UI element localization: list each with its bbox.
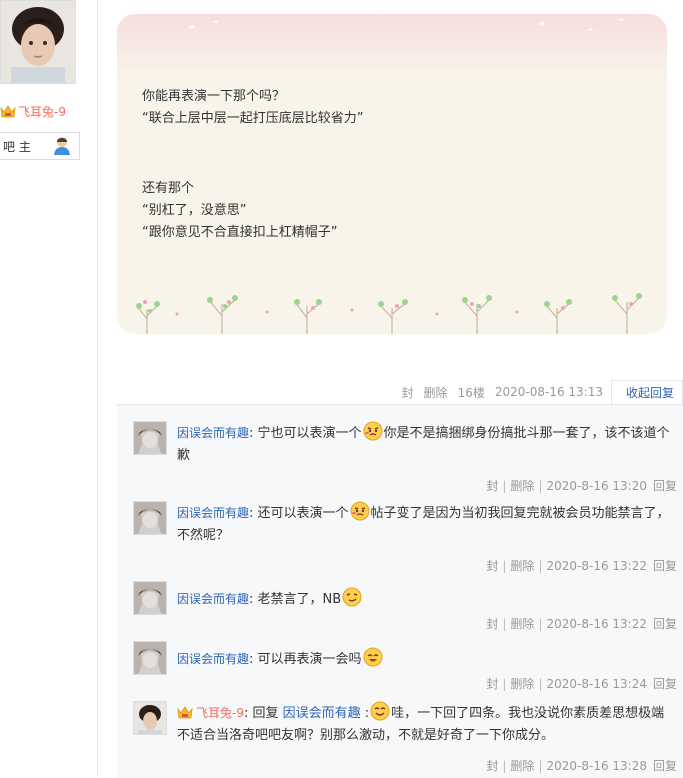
reply-content: 因误会而有趣: 老禁言了，NB bbox=[177, 587, 673, 611]
vip-crown-icon bbox=[0, 105, 16, 118]
user-icon bbox=[54, 137, 70, 155]
card-footer-trees-decoration bbox=[136, 293, 642, 334]
reply-text: 你是不是搞捆绑身份搞批斗那一套了，该不该道个歉 bbox=[177, 426, 670, 463]
reply-text: 还可以表演一个 bbox=[257, 506, 349, 521]
reply-time: 2020-8-16 13:24 bbox=[546, 677, 647, 691]
reply-content: 因误会而有趣: 可以再表演一会吗 bbox=[177, 647, 673, 671]
reply-button[interactable]: 回复 bbox=[653, 479, 677, 493]
delete-link[interactable]: 删除 bbox=[510, 617, 534, 631]
reply-meta: 封 | 删除 | 2020-8-16 13:24 回复 bbox=[486, 677, 677, 691]
angry-face-icon bbox=[363, 421, 383, 441]
delete-link[interactable]: 删除 bbox=[424, 384, 448, 401]
delete-link[interactable]: 删除 bbox=[510, 677, 534, 691]
collapse-replies-button[interactable]: 收起回复 bbox=[610, 379, 683, 405]
reply-username[interactable]: 飞耳兔-9 bbox=[177, 706, 244, 720]
reply-word: 回复 bbox=[252, 706, 279, 721]
delete-link[interactable]: 删除 bbox=[510, 759, 534, 773]
delete-link[interactable]: 删除 bbox=[510, 479, 534, 493]
ban-link[interactable]: 封 bbox=[402, 384, 414, 401]
delete-link[interactable]: 删除 bbox=[510, 559, 534, 573]
card-header-decoration bbox=[117, 14, 667, 78]
reply-avatar[interactable] bbox=[133, 701, 167, 735]
reply-content: 因误会而有趣: 宁也可以表演一个 你是不是搞捆绑身份搞批斗那一套了，该不该道个歉 bbox=[177, 421, 673, 467]
post-line: “跟你意见不合直接扣上杠精帽子” bbox=[142, 225, 338, 240]
reply-button[interactable]: 回复 bbox=[653, 677, 677, 691]
author-avatar[interactable] bbox=[0, 0, 76, 84]
post-time: 2020-08-16 13:13 bbox=[494, 385, 603, 399]
ban-link[interactable]: 封 bbox=[486, 759, 498, 773]
reply-avatar[interactable] bbox=[133, 641, 167, 675]
reply-text: 可以再表演一会吗 bbox=[257, 652, 362, 667]
reply-time: 2020-8-16 13:20 bbox=[546, 479, 647, 493]
reply-time: 2020-8-16 13:28 bbox=[546, 759, 647, 773]
ban-link[interactable]: 封 bbox=[486, 677, 498, 691]
reply-meta: 封 | 删除 | 2020-8-16 13:22 回复 bbox=[486, 617, 677, 631]
post-content-card: 你能再表演一下那个吗？ “联合上层中层一起打压底层比较省力” 还有那个 “别杠了… bbox=[117, 14, 667, 334]
author-name-row: 飞耳兔-9 bbox=[0, 101, 66, 121]
reply-meta: 封 | 删除 | 2020-8-16 13:20 回复 bbox=[486, 479, 677, 493]
reply-username[interactable]: 因误会而有趣 bbox=[177, 592, 249, 606]
reply-text: 老禁言了，NB bbox=[257, 592, 342, 607]
reply-button[interactable]: 回复 bbox=[653, 617, 677, 631]
post-line: 你能再表演一下那个吗？ bbox=[142, 89, 286, 104]
role-badge: 吧 主 bbox=[0, 132, 80, 160]
reply-avatar[interactable] bbox=[133, 421, 167, 455]
role-label: 吧 主 bbox=[3, 139, 31, 154]
post-line bbox=[142, 130, 363, 178]
reply-username[interactable]: 因误会而有趣 bbox=[177, 652, 249, 666]
reply-panel: 因误会而有趣: 宁也可以表演一个 你是不是搞捆绑身份搞批斗那一套了，该不该道个歉 … bbox=[117, 404, 683, 778]
author-name[interactable]: 飞耳兔-9 bbox=[18, 103, 66, 120]
reply-button[interactable]: 回复 bbox=[653, 759, 677, 773]
post-text: 你能再表演一下那个吗？ “联合上层中层一起打压底层比较省力” 还有那个 “别杠了… bbox=[142, 86, 363, 244]
reply-username[interactable]: 因误会而有趣 bbox=[177, 506, 249, 520]
reply-content: 因误会而有趣: 还可以表演一个 帖子变了是因为当初我回复完就被会员功能禁言了，不然… bbox=[177, 501, 673, 547]
post-line: “联合上层中层一起打压底层比较省力” bbox=[142, 111, 364, 126]
post-line: 还有那个 bbox=[142, 181, 195, 196]
reply-username-text: 飞耳兔-9 bbox=[196, 706, 244, 720]
reply-avatar[interactable] bbox=[133, 501, 167, 535]
ban-link[interactable]: 封 bbox=[486, 479, 498, 493]
vip-crown-icon bbox=[177, 706, 193, 719]
smile-face-icon bbox=[370, 701, 390, 721]
reply-meta: 封 | 删除 | 2020-8-16 13:28 回复 bbox=[486, 759, 677, 773]
reply-button[interactable]: 回复 bbox=[653, 559, 677, 573]
reply-username[interactable]: 因误会而有趣 bbox=[177, 426, 249, 440]
reply-time: 2020-8-16 13:22 bbox=[546, 559, 647, 573]
reply-avatar[interactable] bbox=[133, 581, 167, 615]
reply-text: 帖子变了是因为当初我回复完就被会员功能禁言了，不然呢？ bbox=[177, 506, 670, 543]
ban-link[interactable]: 封 bbox=[486, 617, 498, 631]
smug-face-icon bbox=[342, 587, 362, 607]
reply-time: 2020-8-16 13:22 bbox=[546, 617, 647, 631]
floor-number: 16楼 bbox=[457, 385, 485, 400]
reply-content: 飞耳兔-9: 回复 因误会而有趣 : 哇，一下回了四条。我也没说你素质差思想极端不… bbox=[177, 701, 673, 747]
angry-face-icon bbox=[350, 501, 370, 521]
ban-link[interactable]: 封 bbox=[486, 559, 498, 573]
reply-meta: 封 | 删除 | 2020-8-16 13:22 回复 bbox=[486, 559, 677, 573]
post-meta-bar: 封 删除 16楼 2020-08-16 13:13 收起回复 bbox=[117, 379, 683, 405]
grin-face-icon bbox=[363, 647, 383, 667]
mention-link[interactable]: 因误会而有趣 bbox=[283, 706, 361, 721]
post-line: “别杠了，没意思” bbox=[142, 203, 247, 218]
author-column: 飞耳兔-9 吧 主 bbox=[0, 0, 98, 777]
reply-text: 宁也可以表演一个 bbox=[257, 426, 362, 441]
reply-text: 哇，一下回了四条。我也没说你素质差思想极端不适合当洛奇吧吧友啊？别那么激动，不就… bbox=[177, 706, 665, 743]
